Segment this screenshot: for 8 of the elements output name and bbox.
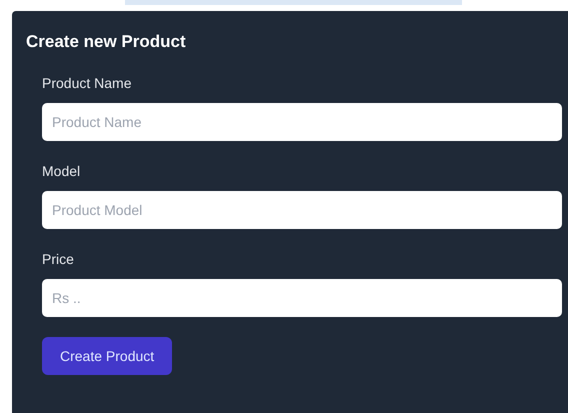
field-label: Product Name <box>42 74 132 93</box>
input-field[interactable]: Rs .. <box>42 279 562 317</box>
form-title: Create new Product <box>26 31 186 53</box>
field-label: Model <box>42 162 80 181</box>
create-product-button[interactable]: Create Product <box>42 337 172 375</box>
field-label: Price <box>42 250 74 269</box>
input-field[interactable]: Product Name <box>42 103 562 141</box>
input-field[interactable]: Product Model <box>42 191 562 229</box>
